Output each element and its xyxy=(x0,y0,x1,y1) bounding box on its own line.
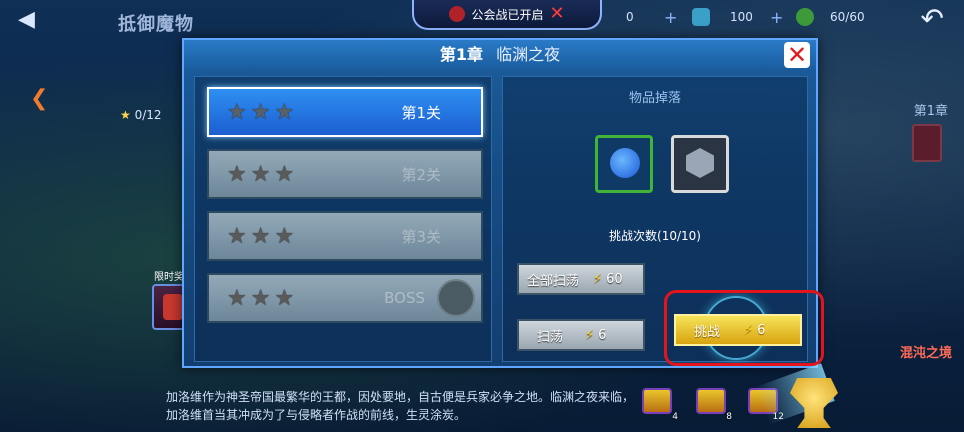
gem-icon xyxy=(692,8,710,26)
stage-stars: ★★★ xyxy=(227,285,299,311)
challenge-attempts: 挑战次数(10/10) xyxy=(609,229,701,243)
sweep-button[interactable]: 扫荡 ⚡ 6 xyxy=(517,319,645,351)
stage-3-button[interactable]: ★★★ 第3关 xyxy=(207,211,483,261)
right-chapter-label: 第1章 xyxy=(913,104,948,119)
stage-label: 第1关 xyxy=(401,103,441,122)
sweep-label: 扫荡 xyxy=(537,329,564,345)
guild-war-banner[interactable]: 公会战已开启 ✕ xyxy=(412,0,602,30)
guild-emblem-icon xyxy=(449,6,466,22)
chapter-name: 临渊之夜 xyxy=(496,45,561,64)
sweep-all-button[interactable]: 全部扫荡 ⚡ 60 xyxy=(517,263,645,295)
stage-stars: ★★★ xyxy=(227,161,299,187)
stage-stars: ★★★ xyxy=(227,99,299,125)
energy-bolt-icon: ⚡ xyxy=(593,271,603,287)
sweep-cost: 6 xyxy=(598,327,607,343)
stage-label: 第2关 xyxy=(401,165,441,184)
sweep-all-cost: 60 xyxy=(606,271,623,287)
sweep-all-label: 全部扫荡 xyxy=(527,273,580,289)
close-button[interactable]: ✕ xyxy=(784,42,810,68)
gem-value: 100 xyxy=(730,10,753,24)
stage-label: BOSS xyxy=(384,289,425,307)
energy-icon xyxy=(796,8,814,26)
reward-chest-1[interactable]: 4 xyxy=(638,382,678,422)
stage-2-button[interactable]: ★★★ 第2关 xyxy=(207,149,483,199)
chapter-number: 第1章 xyxy=(439,45,484,64)
top-bar: ◀ 抵御魔物 公会战已开启 ✕ 0 + 100 + 60/60 ↶ xyxy=(0,0,964,40)
close-icon[interactable]: ✕ xyxy=(549,5,564,23)
chest-count: 8 xyxy=(726,412,732,422)
stage-boss-button[interactable]: ★★★ BOSS xyxy=(207,273,483,323)
chest-icon xyxy=(642,388,672,414)
boss-portrait-icon xyxy=(437,279,475,317)
drops-title: 物品掉落 xyxy=(628,91,681,106)
map-star-progress: ★ 0/12 xyxy=(120,108,162,122)
mana-potion-icon[interactable] xyxy=(595,135,653,193)
challenge-highlight xyxy=(664,290,824,366)
chapter-description: 加洛维作为神圣帝国最繁华的王都，因处要地，自古便是兵家必争之地。临渊之夜来临，加… xyxy=(166,390,635,422)
energy-value: 60/60 xyxy=(830,10,865,24)
stage-label: 第3关 xyxy=(401,227,441,246)
gold-value: 0 xyxy=(626,10,634,24)
chest-icon xyxy=(696,388,726,414)
chest-count: 4 xyxy=(672,412,678,422)
energy-bolt-icon: ⚡ xyxy=(585,327,595,343)
add-gem-button[interactable]: + xyxy=(770,8,783,27)
dialog-header: 第1章 临渊之夜 xyxy=(184,40,816,70)
side-arrow-icon[interactable]: ❮ xyxy=(30,86,56,112)
chapter-book-icon[interactable] xyxy=(912,124,942,162)
guild-war-text: 公会战已开启 xyxy=(471,7,544,22)
add-gold-button[interactable]: + xyxy=(664,8,677,27)
stage-stars: ★★★ xyxy=(227,223,299,249)
rune-stone-icon[interactable] xyxy=(671,135,729,193)
stage-1-button[interactable]: ★★★ 第1关 xyxy=(207,87,483,137)
star-progress-value: 0/12 xyxy=(134,108,162,122)
stage-list: ★★★ 第1关 ★★★ 第2关 ★★★ 第3关 ★★★ BOSS xyxy=(194,76,492,362)
map-back-icon: ◀ xyxy=(18,7,35,32)
page-title: 抵御魔物 xyxy=(118,14,194,35)
back-arrow-icon[interactable]: ↶ xyxy=(921,2,944,35)
chaos-realm-label[interactable]: 混沌之境 xyxy=(900,342,952,361)
reward-chest-2[interactable]: 8 xyxy=(692,382,732,422)
